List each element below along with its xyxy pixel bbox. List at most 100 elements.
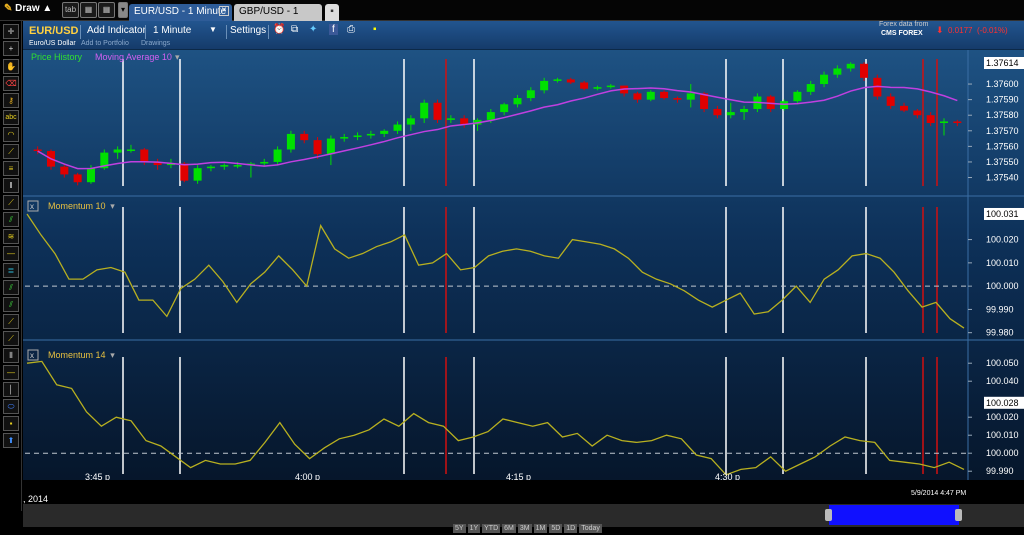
- range-button[interactable]: 1M: [533, 524, 548, 533]
- time-tick-label: 4:30 p: [715, 472, 740, 480]
- hand-icon[interactable]: ✋: [3, 59, 19, 74]
- print-icon[interactable]: ⎙: [347, 24, 355, 35]
- price-tick-label: 1.37580: [986, 110, 1019, 120]
- candle-up: [780, 101, 789, 109]
- arrow-up-icon[interactable]: ⬆: [3, 433, 19, 448]
- close-icon-label: x: [30, 351, 34, 360]
- channel-icon[interactable]: ⫽: [3, 212, 19, 227]
- draw-menu[interactable]: ✎ Draw ▲: [4, 3, 52, 14]
- arc-icon[interactable]: ◠: [3, 127, 19, 142]
- candle-up: [126, 149, 135, 151]
- candle-down: [953, 121, 962, 123]
- pitchfork-icon[interactable]: ⫽: [3, 280, 19, 295]
- candle-up: [273, 149, 282, 162]
- candle-up: [740, 108, 749, 113]
- price-tick-label: 1.37550: [986, 157, 1019, 167]
- text-tool-icon[interactable]: abc: [3, 110, 19, 125]
- cross-icon[interactable]: +: [3, 41, 19, 56]
- momentum-tick-label: 100.040: [986, 376, 1019, 386]
- candle-down: [580, 82, 589, 89]
- drawings-link[interactable]: Drawings: [141, 40, 170, 47]
- fan-icon[interactable]: ⟋: [3, 144, 19, 159]
- add-portfolio-link[interactable]: Add to Portfolio: [81, 40, 129, 47]
- candle-up: [846, 63, 855, 69]
- ellipse-icon[interactable]: ⬭: [3, 399, 19, 414]
- chart-header: EUR/USD Add Indicator 1 Minute ▼ Setting…: [23, 21, 1024, 50]
- add-indicator-button[interactable]: Add Indicator: [87, 25, 146, 36]
- candle-down: [926, 115, 935, 123]
- grid-2-icon[interactable]: ▦: [80, 2, 97, 18]
- note-icon[interactable]: ▪: [373, 24, 377, 35]
- hlines-icon[interactable]: ≣: [3, 263, 19, 278]
- navigator-left-handle[interactable]: [825, 509, 832, 521]
- grid-4-icon[interactable]: ▦: [98, 2, 115, 18]
- twitter-icon[interactable]: ✦: [309, 24, 317, 35]
- candle-down: [886, 96, 895, 106]
- momentum-tick-label: 100.020: [986, 412, 1019, 422]
- candle-up: [340, 137, 349, 139]
- cycle-icon[interactable]: ⦀: [3, 348, 19, 363]
- range-button[interactable]: 5Y: [453, 524, 466, 533]
- range-button[interactable]: 6M: [502, 524, 516, 533]
- interval-select[interactable]: 1 Minute: [153, 25, 191, 36]
- candle-down: [566, 79, 575, 83]
- fib-icon[interactable]: ≋: [3, 229, 19, 244]
- tab-eurusd[interactable]: EUR/USD - 1 Minute ✕: [129, 4, 232, 21]
- indicator-dropdown-icon: ▾: [110, 350, 115, 360]
- key-icon[interactable]: ⚷: [3, 93, 19, 108]
- range-button[interactable]: 3M: [517, 524, 532, 533]
- price-tick-label: 1.37570: [986, 126, 1019, 136]
- lines-icon[interactable]: ≡: [3, 161, 19, 176]
- eraser-icon[interactable]: ⌫: [3, 76, 19, 91]
- gann-icon[interactable]: ⫽: [3, 297, 19, 312]
- navigator-selection[interactable]: [829, 505, 959, 525]
- hline-icon[interactable]: —: [3, 246, 19, 261]
- range-button[interactable]: 1Y: [467, 524, 481, 533]
- candle-down: [660, 91, 669, 99]
- range-button[interactable]: Today: [579, 524, 602, 533]
- note-icon[interactable]: ▪: [3, 416, 19, 431]
- chart-area[interactable]: Price History Moving Average 10 ▾ 1.37600 1.…: [23, 50, 1024, 480]
- candle-up: [940, 121, 949, 123]
- candle-down: [300, 133, 309, 141]
- tab-view-button[interactable]: tab: [62, 2, 79, 18]
- candle-down: [913, 110, 922, 116]
- crosshair-icon[interactable]: ✛: [3, 24, 19, 39]
- candle-up: [526, 90, 535, 99]
- settings-button[interactable]: Settings: [230, 25, 266, 36]
- momentum-tick-label: 99.990: [986, 304, 1014, 314]
- candle-up: [686, 93, 695, 100]
- new-tab-icon[interactable]: ▪: [325, 4, 339, 21]
- symbol-label[interactable]: EUR/USD: [29, 25, 79, 37]
- price-tick-label: 1.37600: [986, 79, 1019, 89]
- candle-up: [406, 118, 415, 125]
- copy-icon[interactable]: ⧉: [291, 24, 298, 35]
- candle-up: [446, 118, 455, 120]
- candle-up: [193, 168, 202, 181]
- candle-down: [713, 108, 722, 116]
- hline2-icon[interactable]: —: [3, 365, 19, 380]
- change-down-icon: ⬇: [936, 25, 944, 35]
- vline-icon[interactable]: │: [3, 382, 19, 397]
- interval-dropdown-icon[interactable]: ▼: [209, 25, 217, 34]
- last-value-label: 100.028: [986, 398, 1019, 408]
- range-button[interactable]: YTD: [482, 524, 501, 533]
- chart-svg[interactable]: Price History Moving Average 10 ▾1.376001.…: [23, 50, 1024, 480]
- fan-lines-icon[interactable]: ⟋: [3, 314, 19, 329]
- candle-up: [593, 87, 602, 89]
- alarm-icon[interactable]: ⏰: [273, 24, 285, 35]
- tab-gbpusd[interactable]: GBP/USD - 1 Minute: [234, 4, 322, 33]
- candle-up: [500, 104, 509, 113]
- facebook-icon[interactable]: f: [329, 24, 338, 35]
- trend-icon[interactable]: ⟋: [3, 195, 19, 210]
- navigator-right-handle[interactable]: [955, 509, 962, 521]
- navigator[interactable]: 5Y 1Y YTD 6M 3M 1M 5D 1D Today: [23, 504, 1024, 533]
- vlines-icon[interactable]: ‖: [3, 178, 19, 193]
- range-button[interactable]: 1D: [564, 524, 578, 533]
- range-button[interactable]: 5D: [549, 524, 563, 533]
- close-icon[interactable]: ✕: [219, 6, 229, 16]
- candle-up: [513, 98, 522, 105]
- candle-up: [206, 166, 215, 169]
- tab-menu-button[interactable]: ▾: [118, 2, 128, 18]
- speed-lines-icon[interactable]: ⟋: [3, 331, 19, 346]
